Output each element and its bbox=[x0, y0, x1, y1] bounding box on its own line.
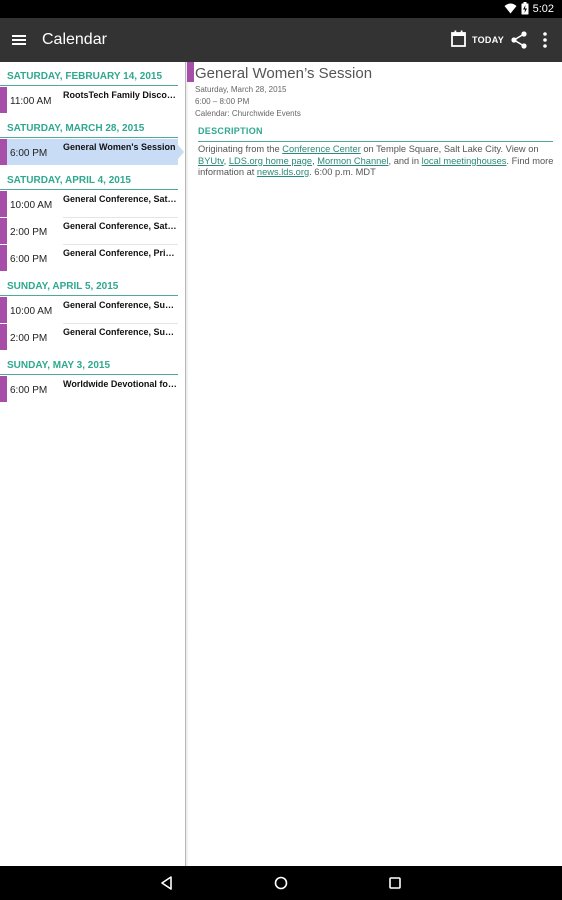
event-row[interactable]: 6:00 PM Worldwide Devotional for Young A… bbox=[0, 376, 178, 402]
event-title: Worldwide Devotional for Young Adults bbox=[63, 379, 178, 389]
app-title: Calendar bbox=[42, 31, 107, 48]
menu-icon[interactable] bbox=[10, 30, 30, 50]
date-header: SUNDAY, APRIL 5, 2015 bbox=[0, 272, 178, 296]
calendar-color-bar bbox=[0, 191, 7, 217]
calendar-color-bar bbox=[0, 245, 7, 271]
battery-charging-icon bbox=[521, 2, 529, 15]
event-time: 10:00 AM bbox=[10, 306, 53, 317]
event-time: 10:00 AM bbox=[10, 200, 53, 211]
event-detail-date: Saturday, March 28, 2015 bbox=[195, 85, 287, 94]
news-lds-link[interactable]: news.lds.org bbox=[257, 167, 309, 177]
event-row-selected[interactable]: 6:00 PM General Women's Session bbox=[0, 139, 184, 165]
calendar-color-bar bbox=[0, 297, 7, 323]
calendar-color-bar bbox=[0, 218, 7, 244]
date-header: SATURDAY, MARCH 28, 2015 bbox=[0, 114, 178, 138]
selection-pointer bbox=[178, 145, 184, 159]
share-icon[interactable] bbox=[510, 30, 528, 50]
back-icon[interactable] bbox=[159, 875, 175, 891]
event-detail-time: 6:00 – 8:00 PM bbox=[195, 97, 250, 106]
calendar-color-bar bbox=[0, 376, 7, 402]
byutv-link[interactable]: BYUtv bbox=[198, 156, 224, 166]
event-time: 2:00 PM bbox=[10, 333, 48, 344]
status-bar: 5:02 bbox=[0, 0, 562, 18]
event-title: General Conference, Sunday Afternoon bbox=[63, 327, 178, 337]
desc-text: Originating from the bbox=[198, 144, 283, 154]
app-bar: Calendar TODAY bbox=[0, 18, 562, 62]
recents-icon[interactable] bbox=[387, 875, 403, 891]
agenda-list[interactable]: SATURDAY, FEBRUARY 14, 2015 11:00 AM Roo… bbox=[0, 62, 189, 866]
event-title: General Conference, Saturday Afternoon bbox=[63, 221, 178, 231]
date-header: SUNDAY, MAY 3, 2015 bbox=[0, 351, 178, 375]
local-meetinghouses-link[interactable]: local meetinghouses bbox=[422, 156, 507, 166]
description-header: DESCRIPTION bbox=[198, 126, 553, 142]
date-header: SATURDAY, FEBRUARY 14, 2015 bbox=[0, 62, 178, 86]
event-row[interactable]: 11:00 AM RootsTech Family Discovery Day bbox=[0, 87, 178, 113]
today-button[interactable]: TODAY bbox=[451, 30, 504, 49]
calendar-color-bar bbox=[0, 324, 7, 350]
clock: 5:02 bbox=[532, 2, 554, 15]
event-title: RootsTech Family Discovery Day bbox=[63, 90, 178, 100]
lds-home-page-link[interactable]: LDS.org home page bbox=[229, 156, 312, 166]
home-icon[interactable] bbox=[273, 875, 289, 891]
event-title: General Conference, Priesthood Session bbox=[63, 248, 178, 258]
event-time: 6:00 PM bbox=[10, 254, 48, 265]
event-row[interactable]: 6:00 PM General Conference, Priesthood S… bbox=[0, 245, 178, 271]
date-header: SATURDAY, APRIL 4, 2015 bbox=[0, 166, 178, 190]
overflow-menu-icon[interactable] bbox=[538, 30, 552, 50]
desc-text: , and in bbox=[388, 155, 422, 166]
conference-center-link[interactable]: Conference Center bbox=[282, 144, 361, 154]
event-detail-calendar: Calendar: Churchwide Events bbox=[195, 109, 301, 118]
calendar-today-icon bbox=[451, 30, 466, 49]
wifi-icon bbox=[504, 3, 517, 14]
event-row[interactable]: 10:00 AM General Conference, Saturday Mo… bbox=[0, 191, 178, 217]
desc-text: . 6:00 p.m. MDT bbox=[309, 167, 376, 177]
event-title: General Women's Session bbox=[63, 142, 176, 152]
event-title: General Conference, Sunday Morning bbox=[63, 300, 178, 310]
calendar-color-bar bbox=[0, 139, 7, 165]
mormon-channel-link[interactable]: Mormon Channel bbox=[317, 156, 388, 166]
event-row[interactable]: 2:00 PM General Conference, Saturday Aft… bbox=[0, 218, 178, 244]
calendar-color-bar bbox=[0, 87, 7, 113]
navigation-bar bbox=[0, 866, 562, 900]
event-detail-title: General Women’s Session bbox=[195, 65, 373, 82]
event-description: Originating from the Conference Center o… bbox=[198, 144, 556, 179]
today-label: TODAY bbox=[472, 34, 505, 45]
event-title: General Conference, Saturday Morning bbox=[63, 194, 178, 204]
event-time: 6:00 PM bbox=[10, 385, 48, 396]
event-detail-pane: General Women’s Session Saturday, March … bbox=[187, 62, 562, 866]
event-row[interactable]: 2:00 PM General Conference, Sunday After… bbox=[0, 324, 178, 350]
event-time: 6:00 PM bbox=[10, 148, 48, 159]
event-time: 11:00 AM bbox=[10, 96, 52, 107]
desc-text: on Temple Square, Salt Lake City. View o… bbox=[360, 144, 539, 154]
event-time: 2:00 PM bbox=[10, 227, 48, 238]
calendar-color-bar bbox=[187, 62, 194, 82]
event-row[interactable]: 10:00 AM General Conference, Sunday Morn… bbox=[0, 297, 178, 323]
